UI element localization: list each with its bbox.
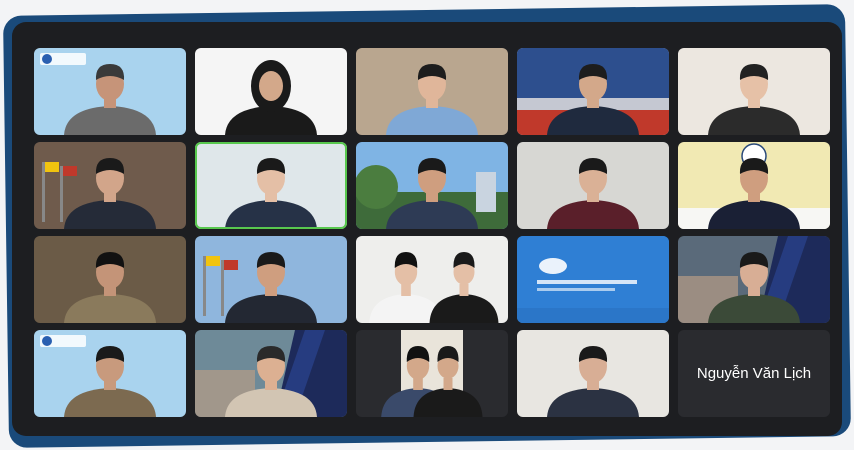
participant-video-feed [195, 330, 347, 417]
participant-tile[interactable] [34, 142, 186, 229]
participant-video-feed [225, 158, 317, 229]
participant-video-feed [356, 158, 508, 229]
participant-video-feed [517, 236, 669, 323]
participant-video-feed [547, 346, 639, 417]
participant-video-feed [369, 252, 499, 323]
organization-logo-icon [40, 53, 86, 65]
participant-tile[interactable] [34, 48, 186, 135]
video-conference-window: Nguyễn Văn Lịch [12, 22, 842, 436]
participant-tile[interactable] [356, 142, 508, 229]
participant-gallery: Nguyễn Văn Lịch [34, 48, 830, 417]
participant-video-feed [42, 158, 156, 229]
organization-logo-icon [40, 335, 86, 347]
participant-tile[interactable] [517, 330, 669, 417]
participant-tile[interactable] [356, 330, 508, 417]
participant-tile[interactable] [34, 236, 186, 323]
participant-video-feed [708, 64, 800, 135]
participant-tile[interactable] [356, 48, 508, 135]
participant-tile[interactable] [195, 236, 347, 323]
participant-tile[interactable] [195, 48, 347, 135]
participant-tile[interactable] [356, 236, 508, 323]
participant-tile[interactable] [678, 48, 830, 135]
participant-video-feed [381, 330, 483, 417]
participant-video-feed [678, 236, 830, 323]
participant-tile[interactable] [34, 330, 186, 417]
participant-tile[interactable] [517, 142, 669, 229]
participant-video-feed [203, 252, 317, 323]
participant-video-feed [386, 64, 478, 135]
participant-tile[interactable] [195, 142, 347, 229]
participant-video-feed [64, 252, 156, 323]
participant-tile[interactable] [517, 236, 669, 323]
participant-tile[interactable] [517, 48, 669, 135]
participant-video-feed [225, 60, 317, 135]
participant-tile[interactable] [678, 236, 830, 323]
participant-video-feed [678, 143, 830, 229]
participant-name-label: Nguyễn Văn Lịch [696, 365, 812, 382]
participant-tile[interactable] [195, 330, 347, 417]
participant-video-feed [547, 158, 639, 229]
participant-tile-name-only[interactable]: Nguyễn Văn Lịch [678, 330, 830, 417]
participant-video-feed [517, 48, 669, 135]
participant-tile[interactable] [678, 142, 830, 229]
